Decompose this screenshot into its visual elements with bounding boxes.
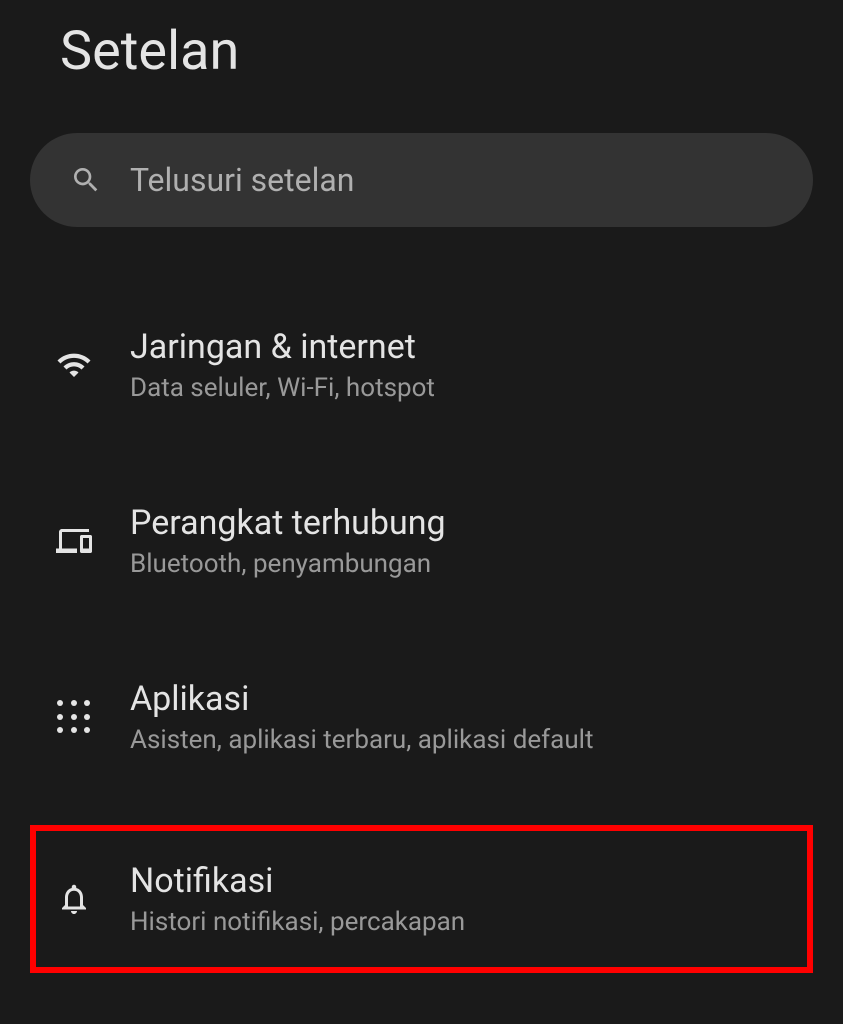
item-subtitle: Data seluler, Wi-Fi, hotspot <box>130 373 435 403</box>
settings-list: Jaringan & internet Data seluler, Wi-Fi,… <box>0 297 843 973</box>
item-text: Notifikasi Histori notifikasi, percakapa… <box>130 861 465 937</box>
item-text: Jaringan & internet Data seluler, Wi-Fi,… <box>130 327 435 403</box>
search-icon <box>70 164 102 196</box>
settings-item-network[interactable]: Jaringan & internet Data seluler, Wi-Fi,… <box>30 297 813 433</box>
wifi-icon <box>50 341 98 389</box>
item-title: Aplikasi <box>130 679 593 719</box>
search-placeholder: Telusuri setelan <box>130 161 354 199</box>
item-text: Perangkat terhubung Bluetooth, penyambun… <box>130 503 446 579</box>
item-subtitle: Bluetooth, penyambungan <box>130 549 446 579</box>
item-title: Notifikasi <box>130 861 465 901</box>
settings-item-notifications[interactable]: Notifikasi Histori notifikasi, percakapa… <box>30 825 813 973</box>
item-subtitle: Asisten, aplikasi terbaru, aplikasi defa… <box>130 725 593 755</box>
item-text: Aplikasi Asisten, aplikasi terbaru, apli… <box>130 679 593 755</box>
search-bar[interactable]: Telusuri setelan <box>30 133 813 227</box>
apps-icon <box>50 693 98 741</box>
item-title: Jaringan & internet <box>130 327 435 367</box>
settings-item-apps[interactable]: Aplikasi Asisten, aplikasi terbaru, apli… <box>30 649 813 785</box>
item-title: Perangkat terhubung <box>130 503 446 543</box>
devices-icon <box>50 517 98 565</box>
settings-item-devices[interactable]: Perangkat terhubung Bluetooth, penyambun… <box>30 473 813 609</box>
bell-icon <box>50 875 98 923</box>
item-subtitle: Histori notifikasi, percakapan <box>130 907 465 937</box>
page-title: Setelan <box>0 0 843 83</box>
